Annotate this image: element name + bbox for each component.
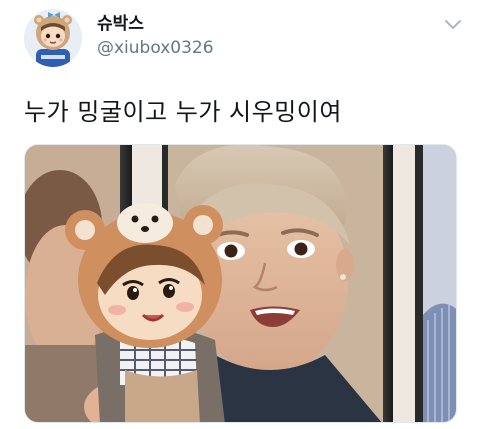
display-name[interactable]: 슈박스: [97, 13, 144, 35]
avatar[interactable]: [24, 9, 82, 67]
tweet-photo[interactable]: [24, 144, 457, 423]
tweet-card: 슈박스 @xiubox0326 누가 밍굴이고 누가 시우밍이여: [0, 0, 480, 429]
tweet-text: 누가 밍굴이고 누가 시우밍이여: [24, 98, 342, 126]
avatar-image: [24, 9, 82, 67]
photo-image: [25, 145, 456, 422]
user-handle[interactable]: @xiubox0326: [97, 37, 214, 59]
chevron-down-icon[interactable]: [442, 17, 464, 33]
